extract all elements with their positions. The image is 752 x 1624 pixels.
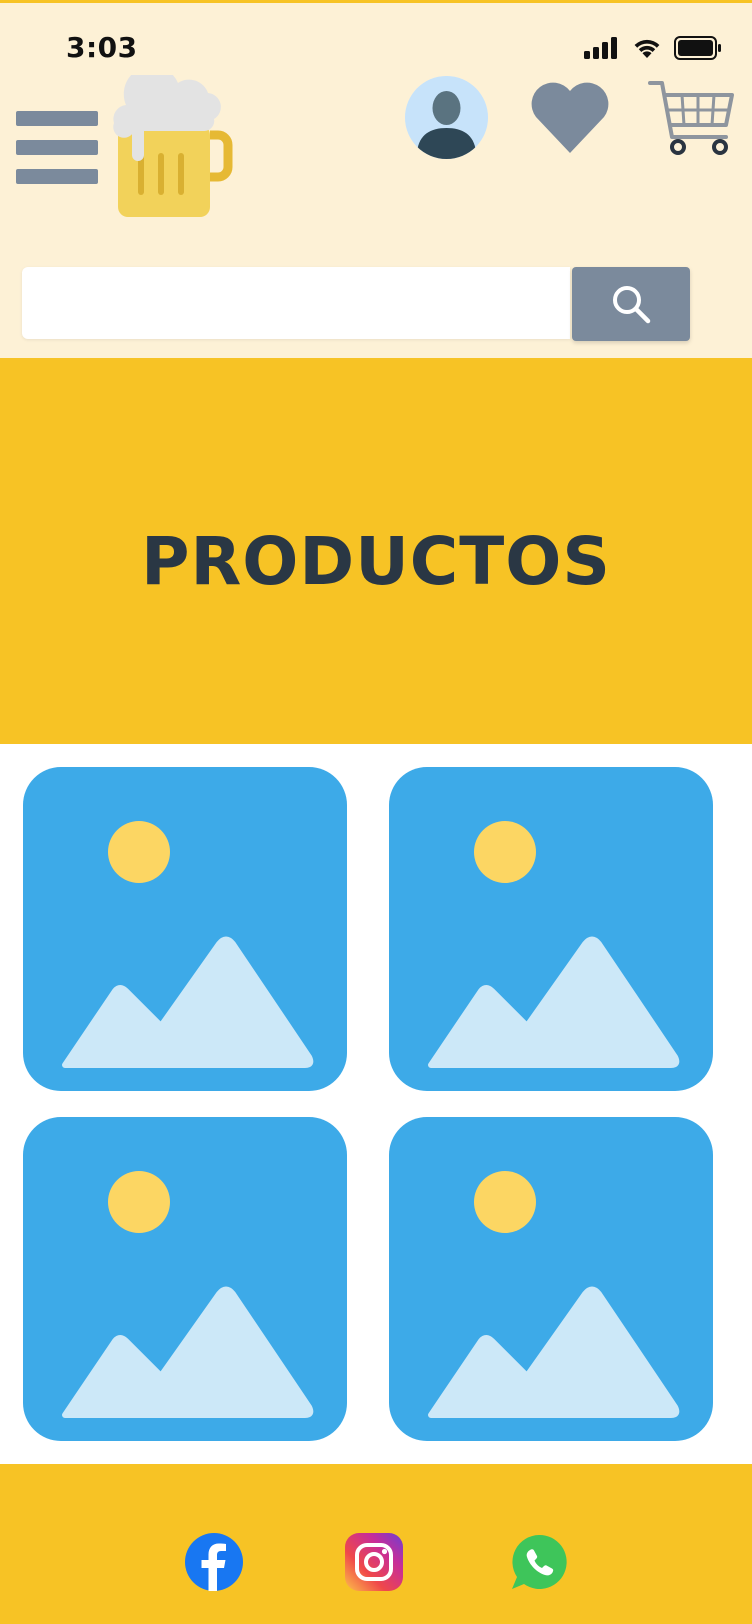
facebook-icon[interactable] (185, 1533, 243, 1591)
status-time: 3:03 (66, 31, 138, 64)
beer-mug-logo[interactable] (110, 75, 234, 223)
product-card[interactable] (23, 1117, 347, 1441)
shopping-cart-icon[interactable] (648, 79, 734, 157)
page-title: PRODUCTOS (141, 522, 611, 600)
app-header: 3:03 (0, 0, 752, 358)
hamburger-menu-icon[interactable] (16, 111, 98, 187)
status-icons (584, 33, 722, 63)
search-bar (22, 267, 690, 341)
product-card[interactable] (389, 1117, 713, 1441)
search-button[interactable] (572, 267, 690, 341)
search-icon (613, 286, 651, 324)
search-input[interactable] (22, 267, 570, 339)
product-card[interactable] (23, 767, 347, 1091)
image-placeholder-icon (62, 1171, 314, 1418)
heart-icon[interactable] (530, 79, 610, 155)
wifi-icon (634, 39, 660, 58)
instagram-icon[interactable] (345, 1533, 403, 1591)
user-avatar-icon[interactable] (405, 76, 488, 159)
image-placeholder-icon (428, 821, 680, 1068)
product-grid (0, 744, 752, 1464)
image-placeholder-icon (428, 1171, 680, 1418)
whatsapp-icon[interactable] (510, 1533, 568, 1591)
products-banner: PRODUCTOS (0, 358, 752, 744)
product-card[interactable] (389, 767, 713, 1091)
signal-icon (584, 37, 617, 59)
image-placeholder-icon (62, 821, 314, 1068)
battery-icon (674, 36, 721, 60)
